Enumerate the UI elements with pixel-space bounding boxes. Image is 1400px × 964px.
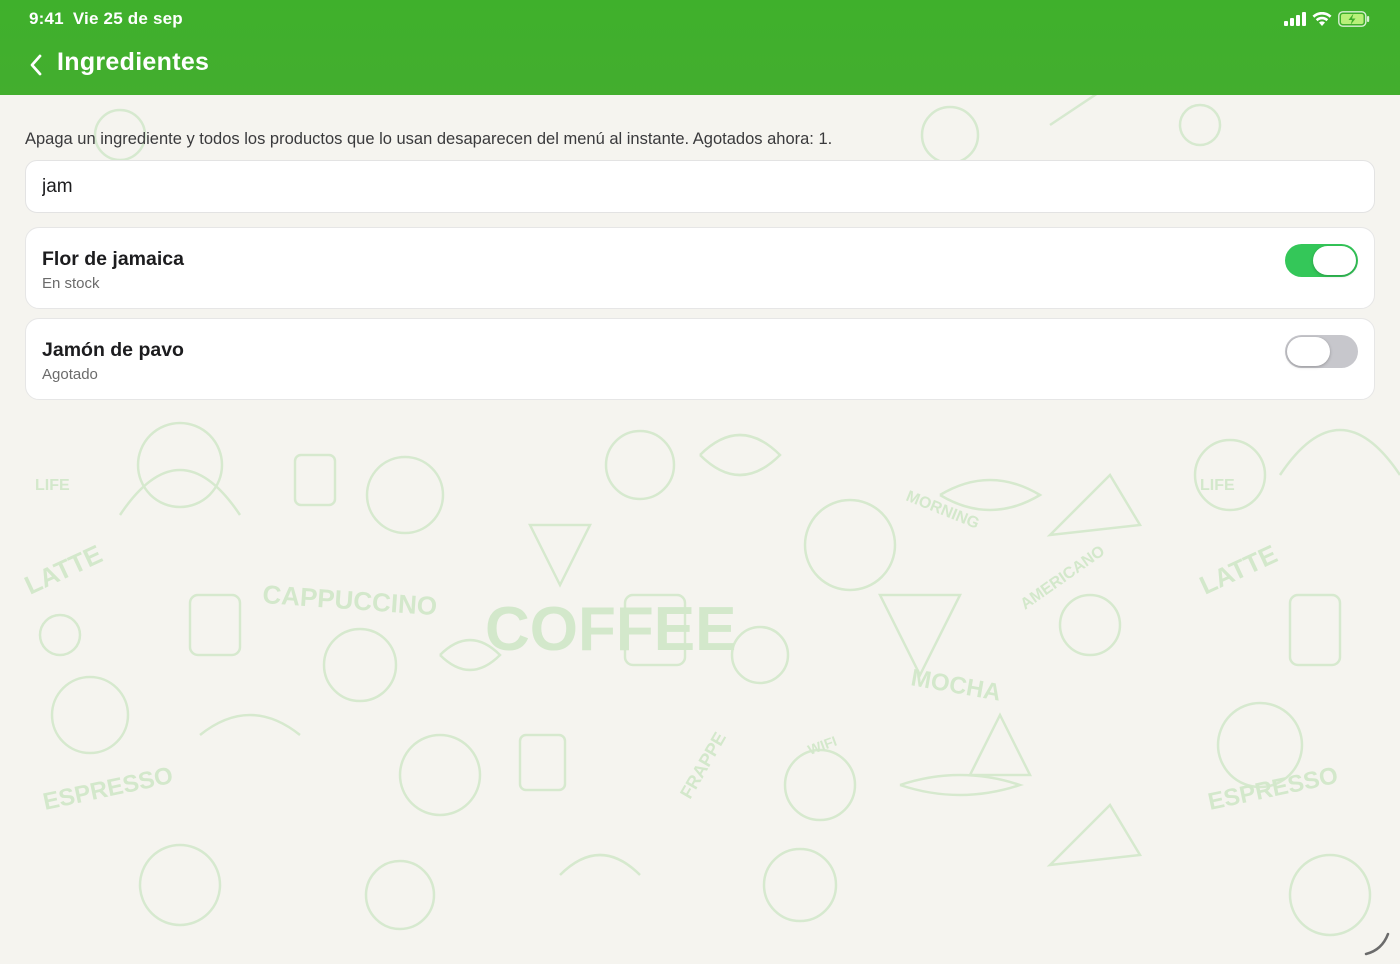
navigation-header: 9:41 Vie 25 de sep Ingredientes bbox=[0, 0, 1400, 95]
ingredient-stock-status: Agotado bbox=[42, 366, 98, 383]
ingredient-name: Jamón de pavo bbox=[42, 339, 184, 361]
ingredient-card: Jamón de pavo Agotado bbox=[25, 318, 1375, 400]
watermark-espresso: ESPRESSO bbox=[41, 762, 176, 816]
ingredient-availability-toggle[interactable] bbox=[1285, 335, 1358, 368]
background-doodle-pattern: COFFEE CAPPUCCINO LATTE LATTE ESPRESSO E… bbox=[20, 95, 1400, 937]
back-button[interactable] bbox=[22, 50, 50, 80]
chevron-left-icon bbox=[30, 54, 42, 76]
watermark-cappuccino: CAPPUCCINO bbox=[262, 579, 438, 621]
signal-icon bbox=[1284, 12, 1306, 26]
status-bar-time: 9:41 Vie 25 de sep bbox=[29, 9, 183, 29]
watermark-life-2: LIFE bbox=[1200, 477, 1235, 494]
status-time: 9:41 bbox=[29, 9, 64, 28]
status-icons bbox=[1284, 10, 1370, 28]
watermark-frappe: FRAPPE bbox=[676, 729, 730, 802]
watermark-morning: MORNING bbox=[904, 488, 982, 533]
watermark-espresso-2: ESPRESSO bbox=[1206, 762, 1341, 816]
watermark-mocha: MOCHA bbox=[909, 664, 1003, 706]
toggle-knob bbox=[1287, 337, 1330, 366]
watermark-latte: LATTE bbox=[20, 539, 107, 601]
ingredient-availability-toggle[interactable] bbox=[1285, 244, 1358, 277]
toggle-knob bbox=[1313, 246, 1356, 275]
watermark-wifi: WIFI bbox=[806, 733, 839, 758]
ingredient-name: Flor de jamaica bbox=[42, 248, 184, 270]
watermark-latte-2: LATTE bbox=[1195, 539, 1282, 601]
ingredient-card: Flor de jamaica En stock bbox=[25, 227, 1375, 309]
battery-charging-icon bbox=[1338, 11, 1370, 27]
ingredient-search-input[interactable] bbox=[25, 160, 1375, 213]
ingredients-info-text: Apaga un ingrediente y todos los product… bbox=[25, 130, 833, 148]
page-title: Ingredientes bbox=[57, 48, 210, 76]
corner-resize-handle[interactable] bbox=[1362, 928, 1392, 958]
watermark-life: LIFE bbox=[35, 477, 70, 494]
watermark-coffee: COFFEE bbox=[485, 595, 736, 664]
status-date: Vie 25 de sep bbox=[72, 9, 183, 28]
ingredient-stock-status: En stock bbox=[42, 275, 100, 292]
watermark-americano: AMERICANO bbox=[1018, 543, 1109, 614]
wifi-icon bbox=[1312, 11, 1332, 26]
